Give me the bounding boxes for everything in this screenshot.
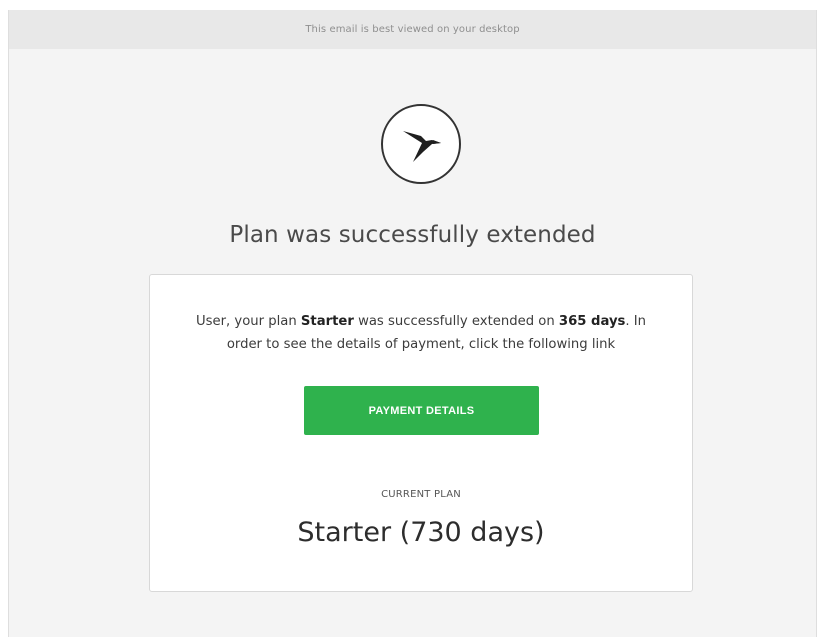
page-title: Plan was successfully extended (229, 222, 596, 248)
payment-details-button[interactable]: PAYMENT DETAILS (304, 386, 539, 435)
message-middle: was successfully extended on (353, 314, 559, 329)
email-container: This email is best viewed on your deskto… (8, 10, 817, 637)
extension-days-bold: 365 days (558, 314, 626, 329)
plan-name-bold: Starter (300, 314, 354, 329)
hummingbird-icon (403, 131, 441, 162)
current-plan-label: CURRENT PLAN (381, 489, 461, 500)
plan-extension-card: User, your plan Starter was successfully… (149, 274, 693, 592)
email-preview-page: This email is best viewed on your deskto… (0, 0, 819, 637)
desktop-notice-bar: This email is best viewed on your deskto… (9, 10, 816, 49)
current-plan-value: Starter (730 days) (297, 517, 545, 548)
desktop-notice-text: This email is best viewed on your deskto… (305, 24, 520, 35)
extension-message: User, your plan Starter was successfully… (178, 310, 664, 356)
message-prefix: User, your plan (195, 314, 301, 329)
logo-badge (381, 104, 461, 184)
